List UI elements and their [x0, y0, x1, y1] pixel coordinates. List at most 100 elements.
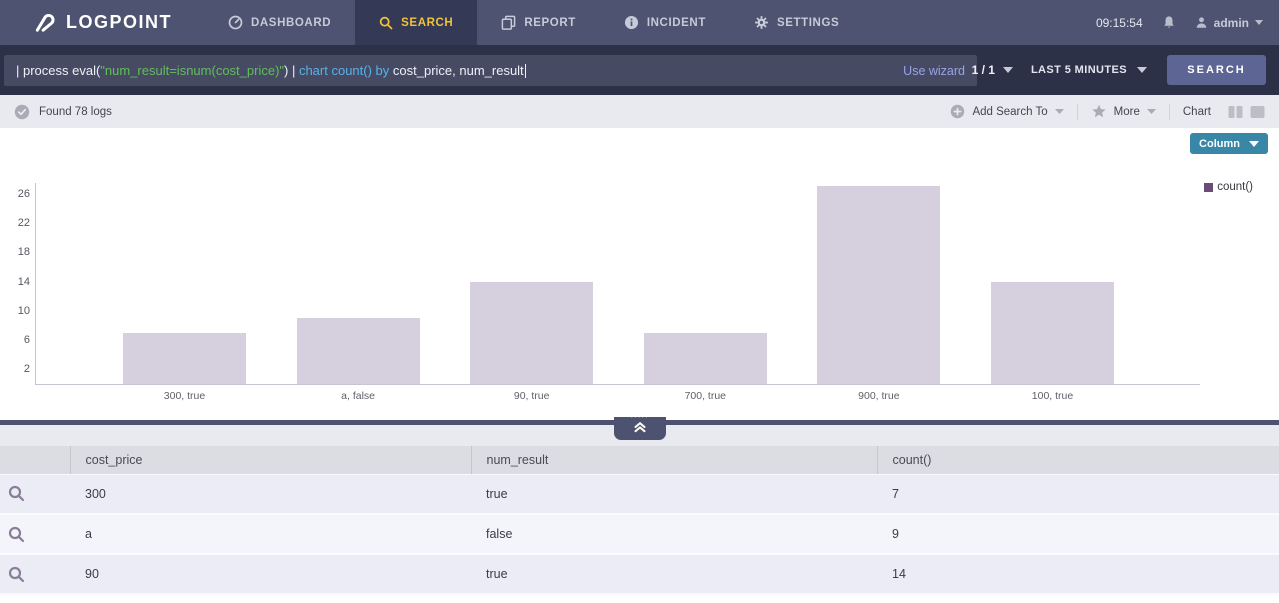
dashboard-icon: [228, 15, 243, 30]
query-text: | process eval("num_result=isnum(cost_pr…: [16, 63, 524, 78]
nav-item-settings[interactable]: SETTINGS: [730, 0, 863, 45]
more-menu[interactable]: More: [1091, 104, 1156, 119]
table-cell: a: [70, 514, 471, 554]
table-cell: 300: [70, 474, 471, 514]
clock: 09:15:54: [1096, 16, 1143, 30]
incident-icon: [624, 15, 639, 30]
query-segment: chart count() by: [299, 63, 393, 78]
user-icon: [1195, 16, 1208, 29]
use-wizard-link[interactable]: Use wizard: [903, 64, 965, 78]
search-query-bar: | process eval("num_result=isnum(cost_pr…: [0, 45, 1279, 95]
table-cell: false: [471, 514, 877, 554]
legend-label: count(): [1217, 181, 1253, 193]
nav-right: 09:15:54 admin: [1096, 15, 1263, 30]
chevron-down-icon: [1003, 67, 1013, 73]
check-circle-icon: [14, 104, 30, 120]
star-icon: [1091, 104, 1107, 119]
search-button[interactable]: SEARCH: [1167, 55, 1266, 85]
row-search-icon[interactable]: [0, 554, 70, 594]
settings-icon: [754, 15, 769, 30]
query-segment: cost_price, num_result: [393, 63, 524, 78]
x-axis-label: 300, true: [123, 390, 246, 402]
main-nav: DASHBOARD SEARCH REPORT INCIDENT: [204, 0, 863, 45]
table-cell: 14: [877, 554, 1279, 594]
plus-circle-icon: [950, 104, 965, 119]
y-axis-tick: 10: [5, 305, 30, 317]
query-input[interactable]: | process eval("num_result=isnum(cost_pr…: [4, 55, 977, 86]
query-segment: | process eval(: [16, 63, 100, 78]
row-search-icon[interactable]: [0, 514, 70, 554]
chart-type-button[interactable]: Column: [1190, 133, 1268, 154]
y-axis-tick: 2: [5, 363, 30, 375]
notifications-bell-icon[interactable]: [1162, 15, 1176, 30]
chevron-down-icon: [1137, 67, 1147, 73]
nav-item-dashboard[interactable]: DASHBOARD: [204, 0, 355, 45]
chart-bar[interactable]: [817, 186, 940, 384]
chevron-down-icon: [1055, 109, 1064, 114]
x-axis-label: 900, true: [817, 390, 940, 402]
time-range-selector[interactable]: LAST 5 MINUTES: [1031, 64, 1147, 76]
x-axis-label: 90, true: [470, 390, 593, 402]
view-switcher: Chart: [1183, 105, 1265, 119]
text-cursor: [525, 64, 526, 78]
y-axis-tick: 22: [5, 217, 30, 229]
table-row[interactable]: afalse9: [0, 514, 1279, 554]
chart-legend: count(): [1204, 181, 1253, 193]
add-search-to-menu[interactable]: Add Search To: [950, 104, 1063, 119]
divider: [1077, 104, 1078, 120]
double-chevron-up-icon: [633, 420, 647, 433]
chart-plot: 261014182226300, truea, false90, true700…: [35, 183, 1200, 385]
column-header-cost-price[interactable]: cost_price: [70, 446, 471, 474]
results-table: cost_price num_result count() 300true7af…: [0, 446, 1279, 595]
chart-bar[interactable]: [991, 282, 1114, 384]
y-axis-tick: 14: [5, 276, 30, 288]
brand-name: LOGPOINT: [66, 12, 172, 33]
nav-item-incident[interactable]: INCIDENT: [600, 0, 730, 45]
user-menu[interactable]: admin: [1195, 16, 1263, 30]
table-cell: 90: [70, 554, 471, 594]
table-row[interactable]: 90true14: [0, 554, 1279, 594]
table-row[interactable]: 300true7: [0, 474, 1279, 514]
y-axis-tick: 26: [5, 188, 30, 200]
x-axis-label: 100, true: [991, 390, 1114, 402]
nav-item-search[interactable]: SEARCH: [355, 0, 477, 45]
chart-bar[interactable]: [123, 333, 246, 384]
y-axis-tick: 6: [5, 334, 30, 346]
chart-section: Column count() 261014182226300, truea, f…: [0, 128, 1279, 420]
status-bar: Found 78 logs Add Search To More Chart: [0, 95, 1279, 128]
nav-item-report[interactable]: REPORT: [477, 0, 600, 45]
row-search-icon[interactable]: [0, 474, 70, 514]
chevron-down-icon: [1255, 20, 1263, 25]
chevron-down-icon: [1249, 141, 1259, 147]
split-view-icon[interactable]: [1228, 105, 1243, 119]
full-view-icon[interactable]: [1250, 105, 1265, 119]
x-axis-label: a, false: [297, 390, 420, 402]
y-axis-tick: 18: [5, 246, 30, 258]
chevron-down-icon: [1147, 109, 1156, 114]
table-cell: 7: [877, 474, 1279, 514]
column-header-num-result[interactable]: num_result: [471, 446, 877, 474]
x-axis-label: 700, true: [644, 390, 767, 402]
query-segment: "num_result=isnum(cost_price)": [100, 63, 284, 78]
found-logs-text: Found 78 logs: [39, 106, 112, 118]
search-status: Found 78 logs: [14, 104, 112, 120]
collapse-handle[interactable]: ·····: [614, 417, 666, 440]
query-bar-controls: 1 / 1 LAST 5 MINUTES SEARCH: [972, 45, 1279, 95]
icon-column-header: [0, 446, 70, 474]
panel-divider[interactable]: ·····: [0, 420, 1279, 425]
divider: [1169, 104, 1170, 120]
chart-bar[interactable]: [297, 318, 420, 384]
search-icon: [379, 16, 393, 30]
table-header-row: cost_price num_result count(): [0, 446, 1279, 474]
report-icon: [501, 15, 516, 30]
table-body: 300true7afalse990true14: [0, 474, 1279, 594]
column-header-count[interactable]: count(): [877, 446, 1279, 474]
table-cell: true: [471, 554, 877, 594]
brand: LOGPOINT: [33, 10, 172, 35]
logpoint-logo-icon: [33, 10, 58, 35]
status-bar-actions: Add Search To More Chart: [950, 104, 1265, 120]
username: admin: [1214, 16, 1249, 30]
page-indicator[interactable]: 1 / 1: [972, 63, 1013, 77]
chart-bar[interactable]: [470, 282, 593, 384]
chart-bar[interactable]: [644, 333, 767, 384]
